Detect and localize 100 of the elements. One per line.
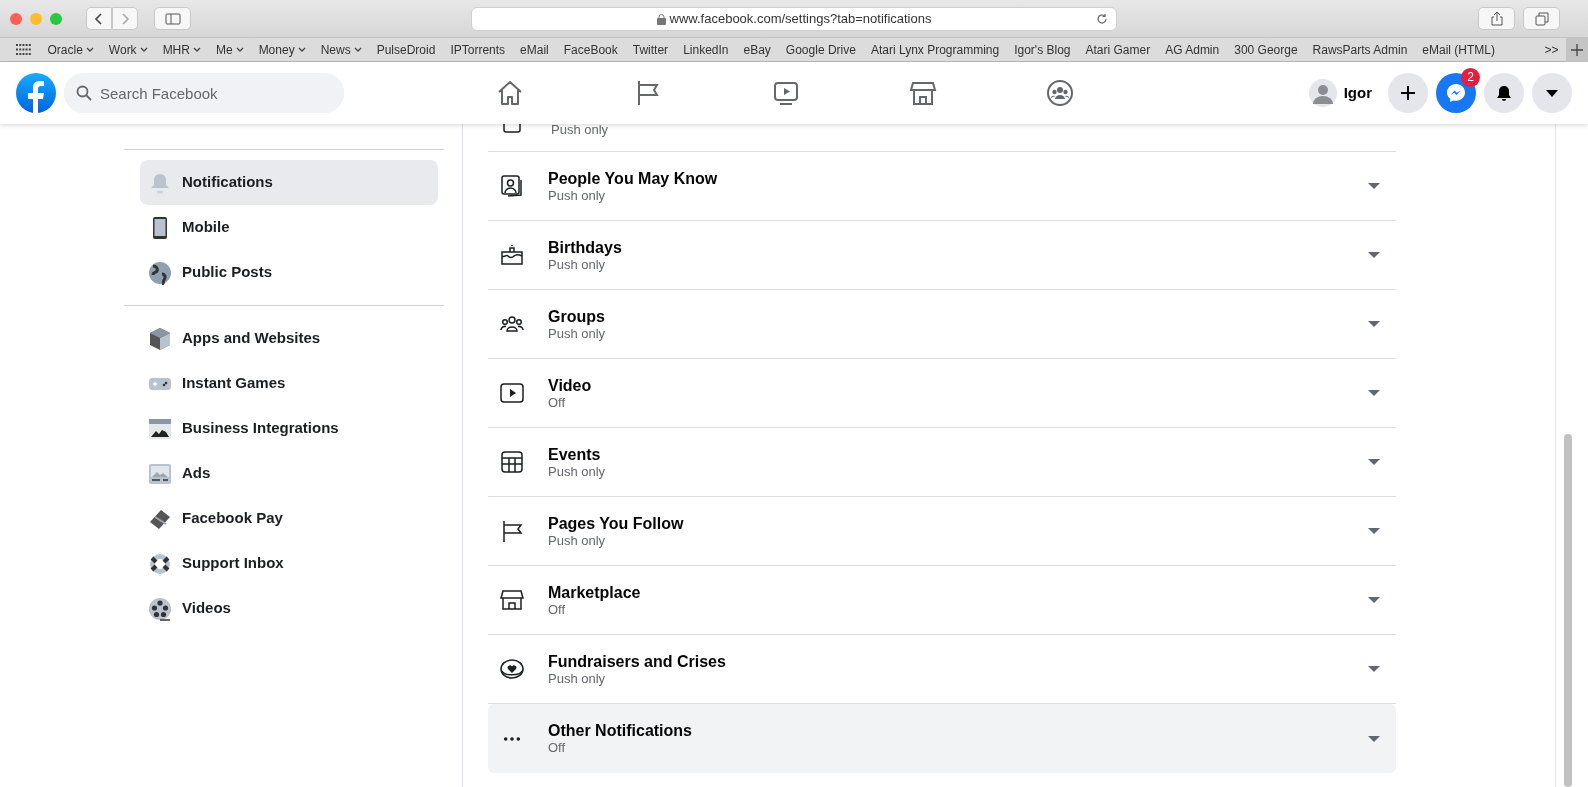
caret-icon bbox=[1368, 527, 1380, 535]
bookmark-link[interactable]: IPTorrents bbox=[442, 40, 513, 59]
row-subtitle: Push only bbox=[548, 532, 607, 549]
row-title: Marketplace bbox=[548, 582, 641, 602]
forward-icon bbox=[120, 11, 130, 26]
messenger-button[interactable] bbox=[1436, 73, 1476, 113]
chevron-down-icon bbox=[192, 46, 201, 53]
bookmark-link[interactable]: Igor's Blog bbox=[1006, 40, 1078, 59]
row-subtitle: Off bbox=[548, 394, 567, 411]
profile-name[interactable]: Igor bbox=[1343, 81, 1372, 105]
bookmark-link[interactable]: eBay bbox=[736, 40, 779, 59]
apps-grid-icon[interactable] bbox=[16, 43, 32, 56]
caret-icon bbox=[1368, 734, 1380, 743]
notification-setting-row[interactable]: Video Off bbox=[488, 359, 1396, 428]
bookmark-link[interactable]: MHR bbox=[155, 40, 209, 59]
notification-setting-row[interactable]: Marketplace Off bbox=[488, 566, 1396, 635]
notification-setting-row[interactable]: Groups Push only bbox=[488, 290, 1396, 359]
caret-icon bbox=[1368, 596, 1380, 604]
cake-icon bbox=[500, 243, 524, 267]
plus-icon bbox=[1571, 43, 1583, 56]
caret-icon bbox=[1368, 665, 1380, 673]
notification-setting-row[interactable]: Pages You Follow Push only bbox=[488, 497, 1396, 566]
bookmark-link[interactable]: eMail bbox=[512, 40, 557, 59]
bookmark-link[interactable]: Atari Gamer bbox=[1078, 40, 1158, 59]
sidebar-item[interactable]: Mobile bbox=[140, 205, 438, 250]
row-subtitle: Push only bbox=[548, 325, 606, 342]
bookmark-link[interactable]: Money bbox=[251, 40, 314, 59]
row-title: People You May Know bbox=[548, 168, 718, 188]
sidebar-item[interactable]: Notifications bbox=[140, 160, 438, 205]
more-icon bbox=[503, 735, 521, 742]
avatar[interactable] bbox=[1308, 79, 1337, 107]
back-icon bbox=[94, 11, 104, 26]
globe-icon bbox=[148, 260, 172, 285]
caret-icon bbox=[1368, 320, 1380, 328]
caret-icon bbox=[1368, 251, 1380, 259]
notification-setting-row[interactable]: Events Push only bbox=[488, 428, 1396, 497]
close-window-icon[interactable] bbox=[10, 12, 22, 25]
bookmark-link[interactable]: Work bbox=[101, 40, 156, 59]
sidebar-icon bbox=[164, 12, 181, 25]
back-button[interactable] bbox=[86, 7, 112, 30]
tabs-icon bbox=[1534, 11, 1549, 26]
address-bar[interactable]: www.facebook.com/settings?tab=notifications bbox=[471, 7, 1117, 31]
sidebar-item[interactable]: Facebook Pay bbox=[140, 496, 438, 541]
plus-icon bbox=[1399, 84, 1417, 102]
scrollbar-thumb[interactable] bbox=[1564, 434, 1572, 787]
bookmarks-overflow-button[interactable]: >> bbox=[1537, 40, 1566, 59]
heart-coin-icon bbox=[500, 657, 524, 681]
sidebar-item[interactable]: Business Integrations bbox=[140, 406, 438, 451]
create-button[interactable] bbox=[1388, 73, 1428, 113]
caret-icon bbox=[1368, 389, 1380, 397]
bookmark-link[interactable]: LinkedIn bbox=[675, 40, 736, 59]
row-title: Video bbox=[548, 375, 592, 395]
chevron-down-icon bbox=[85, 46, 94, 53]
bookmark-link[interactable]: Twitter bbox=[625, 40, 676, 59]
notification-setting-row[interactable]: Other Notifications Off bbox=[488, 704, 1396, 773]
sidebar-item[interactable]: Videos bbox=[140, 586, 438, 631]
search-field[interactable]: Search Facebook bbox=[64, 73, 344, 113]
notification-setting-row[interactable]: People You May Know Push only bbox=[488, 152, 1396, 221]
bookmark-link[interactable]: RawsParts Admin bbox=[1305, 40, 1415, 59]
row-subtitle: Push only bbox=[548, 670, 607, 687]
bookmark-link[interactable]: Me bbox=[208, 40, 252, 59]
clipped-row-icon bbox=[500, 124, 524, 134]
notification-badge: 2 bbox=[1461, 68, 1480, 87]
bookmark-link[interactable]: 300 George bbox=[1226, 40, 1306, 59]
share-icon bbox=[1490, 11, 1503, 26]
sidebar-item[interactable]: Apps and Websites bbox=[140, 316, 438, 361]
play-icon bbox=[500, 381, 524, 405]
bell-icon bbox=[1495, 84, 1513, 102]
account-menu-button[interactable] bbox=[1532, 73, 1572, 113]
bookmark-link[interactable]: Google Drive bbox=[778, 40, 864, 59]
notifications-button[interactable] bbox=[1484, 73, 1524, 113]
bookmark-link[interactable]: eMail (HTML) bbox=[1414, 40, 1503, 59]
calendar-icon bbox=[500, 450, 524, 474]
bookmark-link[interactable]: Oracle bbox=[40, 40, 102, 59]
chevron-down-icon bbox=[139, 46, 148, 53]
row-subtitle: Push only bbox=[548, 463, 606, 480]
sidebar-item[interactable]: Instant Games bbox=[140, 361, 438, 406]
sidebar-item[interactable]: Support Inbox bbox=[140, 541, 438, 586]
notification-setting-row[interactable]: Birthdays Push only bbox=[488, 221, 1396, 290]
billboard-icon bbox=[148, 461, 172, 486]
new-tab-button[interactable] bbox=[1566, 37, 1588, 62]
chevron-down-icon bbox=[353, 46, 362, 53]
facebook-logo[interactable] bbox=[16, 73, 56, 113]
row-title: Other Notifications bbox=[548, 721, 692, 740]
bookmark-link[interactable]: FaceBook bbox=[556, 40, 626, 59]
sidebar-item[interactable]: Public Posts bbox=[140, 250, 438, 295]
reload-icon[interactable] bbox=[1096, 13, 1108, 25]
row-subtitle: Off bbox=[548, 740, 567, 756]
cube-icon bbox=[148, 326, 172, 351]
bookmark-link[interactable]: News bbox=[313, 40, 370, 59]
lifebuoy-icon bbox=[148, 551, 172, 576]
sidebar-item[interactable]: Ads bbox=[140, 451, 438, 496]
row-title: Fundraisers and Crises bbox=[548, 651, 726, 671]
store-icon bbox=[500, 588, 524, 612]
caret-icon bbox=[1368, 182, 1380, 190]
row-title: Groups bbox=[548, 306, 606, 326]
bookmark-link[interactable]: AG Admin bbox=[1157, 40, 1227, 59]
row-title: Birthdays bbox=[548, 237, 622, 257]
bookmark-link[interactable]: PulseDroid bbox=[369, 40, 443, 59]
bookmark-link[interactable]: Atari Lynx Programming bbox=[863, 40, 1007, 59]
